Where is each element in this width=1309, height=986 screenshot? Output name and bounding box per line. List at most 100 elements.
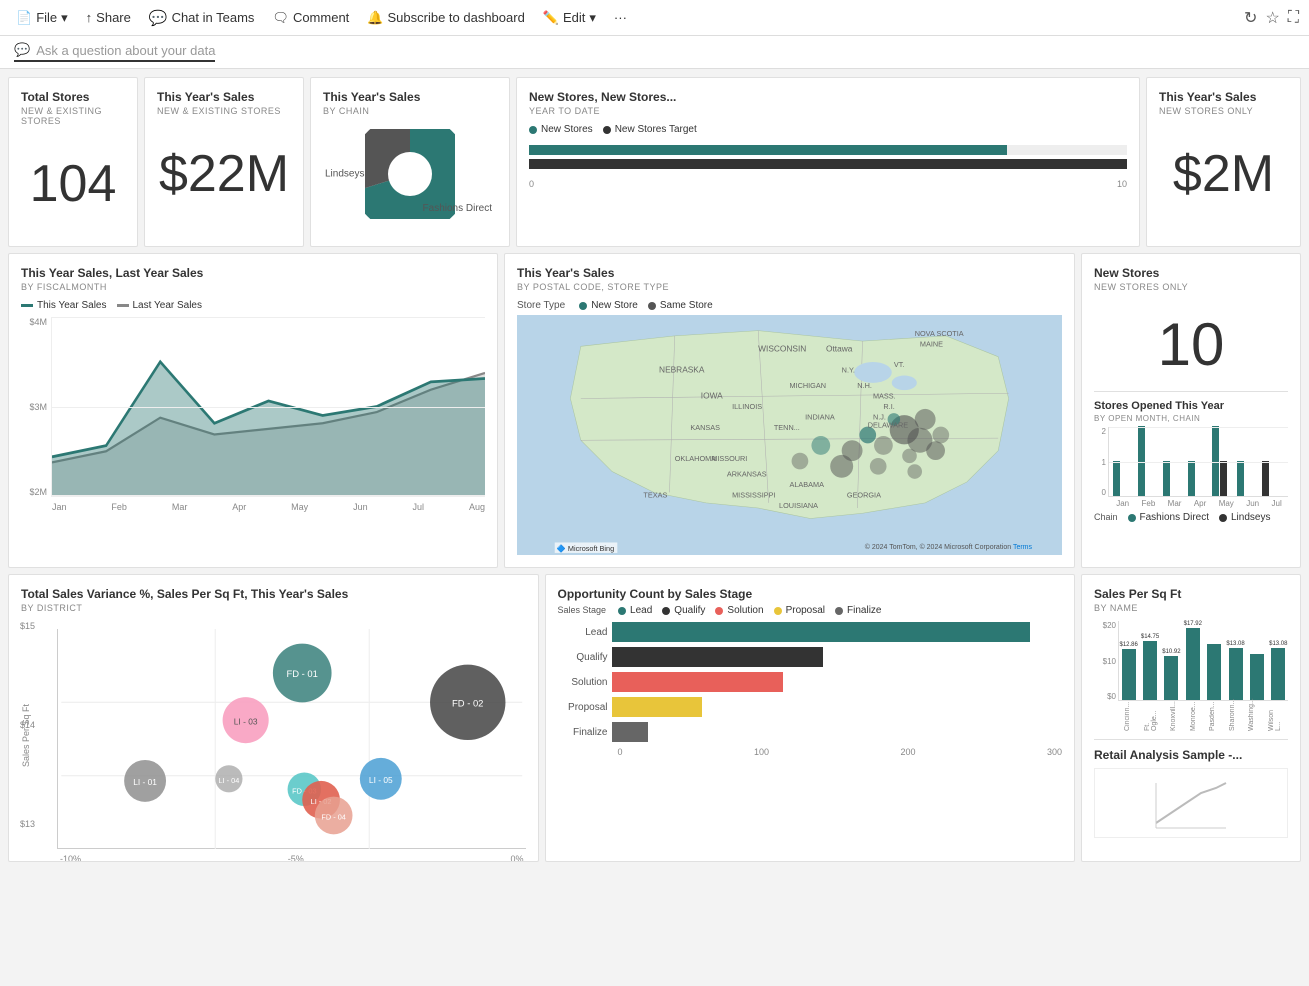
svg-text:Ottawa: Ottawa [826, 344, 853, 354]
fullscreen-icon[interactable]: ⛶ [1288, 9, 1299, 27]
legend-this-year: This Year Sales [21, 300, 107, 311]
svg-text:VT.: VT. [894, 360, 905, 369]
svg-text:FD - 02: FD - 02 [452, 698, 483, 709]
new-stores-count-value: 10 [1094, 300, 1288, 383]
bubble-title: Total Sales Variance %, Sales Per Sq Ft,… [21, 587, 526, 601]
svg-text:N.Y.: N.Y. [842, 365, 855, 374]
card-sales-sqft[interactable]: Sales Per Sq Ft BY NAME $20$10$0 $12.86 … [1081, 574, 1301, 862]
map-subtitle: BY POSTAL CODE, STORE TYPE [517, 282, 1062, 292]
share-button[interactable]: ↑ Share [80, 6, 137, 29]
opportunity-title: Opportunity Count by Sales Stage [558, 587, 1063, 601]
this-year-sales-num-title: This Year's Sales [157, 90, 291, 104]
new-stores-only-value: $2M [1159, 124, 1288, 224]
sales-sqft-divider [1094, 739, 1288, 740]
new-stores-count-subtitle: NEW STORES ONLY [1094, 282, 1288, 292]
comment-button[interactable]: 🗨 Comment [266, 6, 355, 30]
svg-text:DELAWARE: DELAWARE [868, 421, 909, 430]
row-1: Total Stores NEW & EXISTING STORES 104 T… [8, 77, 1301, 247]
share-icon: ↑ [86, 10, 93, 25]
total-stores-subtitle: NEW & EXISTING STORES [21, 106, 125, 126]
ytd-bars [529, 141, 1127, 177]
svg-text:LI - 04: LI - 04 [219, 776, 240, 785]
card-bubble-chart[interactable]: Total Sales Variance %, Sales Per Sq Ft,… [8, 574, 539, 862]
chain-subtitle: BY CHAIN [323, 106, 497, 116]
divider [1094, 391, 1288, 392]
new-stores-only-subtitle: NEW STORES ONLY [1159, 106, 1288, 116]
bookmark-icon[interactable]: ☆ [1265, 8, 1279, 28]
sales-sqft-chart: $20$10$0 $12.86 $14.75 $10.92 [1094, 621, 1288, 701]
map-terms-link[interactable]: Terms [1013, 544, 1032, 551]
refresh-icon[interactable]: ↻ [1244, 8, 1257, 28]
svg-text:IOWA: IOWA [701, 390, 723, 400]
bubble-chart-area: Sales Per Sq Ft $15 $14 $13 [21, 621, 526, 849]
qa-bar: 💬 Ask a question about your data [0, 36, 1309, 69]
edit-chevron-icon: ▾ [589, 10, 596, 26]
new-stores-ytd-legend: New Stores New Stores Target [529, 124, 1127, 135]
line-chart-subtitle: BY FISCALMONTH [21, 282, 485, 292]
file-menu[interactable]: 📄 File ▾ [10, 6, 74, 30]
card-this-year-sales-chain[interactable]: This Year's Sales BY CHAIN Lindseys Fash… [310, 77, 510, 247]
svg-text:FD - 04: FD - 04 [321, 813, 345, 822]
more-menu-button[interactable]: ··· [608, 6, 633, 29]
svg-text:TENN...: TENN... [774, 423, 800, 432]
opened-this-year-title: Stores Opened This Year [1094, 400, 1288, 412]
chain-title: This Year's Sales [323, 90, 497, 104]
subscribe-button[interactable]: 🔔 Subscribe to dashboard [361, 6, 531, 30]
pie-chart-container: Lindseys Fashions Direct [323, 124, 497, 224]
total-stores-value: 104 [21, 134, 125, 234]
retail-analysis-chart [1094, 768, 1288, 838]
this-year-sales-num-value: $22M [157, 124, 291, 224]
svg-text:LI - 01: LI - 01 [133, 777, 157, 787]
svg-text:WISCONSIN: WISCONSIN [758, 344, 806, 354]
card-this-year-sales-num[interactable]: This Year's Sales NEW & EXISTING STORES … [144, 77, 304, 247]
bubble-chart-visual: FD - 01 FD - 02 LI - 01 LI - 04 [57, 629, 526, 849]
svg-text:LI - 03: LI - 03 [234, 716, 258, 726]
file-chevron-icon: ▾ [61, 10, 68, 26]
total-stores-title: Total Stores [21, 90, 125, 104]
svg-text:MISSOURI: MISSOURI [711, 454, 747, 463]
card-new-stores-count[interactable]: New Stores NEW STORES ONLY 10 Stores Ope… [1081, 253, 1301, 568]
comment-icon: 🗨 [272, 10, 289, 26]
svg-text:INDIANA: INDIANA [805, 412, 835, 421]
svg-text:🔷 Microsoft Bing: 🔷 Microsoft Bing [557, 544, 614, 553]
sales-sqft-title: Sales Per Sq Ft [1094, 587, 1288, 601]
card-total-stores[interactable]: Total Stores NEW & EXISTING STORES 104 [8, 77, 138, 247]
card-new-stores-only-num[interactable]: This Year's Sales NEW STORES ONLY $2M [1146, 77, 1301, 247]
svg-text:NEBRASKA: NEBRASKA [659, 364, 705, 374]
svg-text:MASS.: MASS. [873, 391, 896, 400]
svg-text:NOVA SCOTIA: NOVA SCOTIA [915, 329, 964, 338]
subscribe-icon: 🔔 [367, 10, 383, 26]
svg-text:GEORGIA: GEORGIA [847, 491, 881, 500]
svg-text:OKLAHOMA: OKLAHOMA [675, 454, 716, 463]
opportunity-legend: Sales Stage Lead Qualify Solution Propos… [558, 605, 1063, 616]
svg-text:ARKANSAS: ARKANSAS [727, 470, 767, 479]
card-opportunity[interactable]: Opportunity Count by Sales Stage Sales S… [545, 574, 1076, 862]
card-new-stores-ytd[interactable]: New Stores, New Stores... YEAR TO DATE N… [516, 77, 1140, 247]
svg-text:TEXAS: TEXAS [643, 491, 667, 500]
new-stores-count-title: New Stores [1094, 266, 1288, 280]
svg-text:FD - 01: FD - 01 [287, 668, 318, 679]
new-stores-only-title: This Year's Sales [1159, 90, 1288, 104]
svg-text:R.I.: R.I. [883, 402, 894, 411]
svg-text:N.H.: N.H. [857, 381, 872, 390]
card-line-chart[interactable]: This Year Sales, Last Year Sales BY FISC… [8, 253, 498, 568]
card-map[interactable]: This Year's Sales BY POSTAL CODE, STORE … [504, 253, 1075, 568]
sales-sqft-subtitle: BY NAME [1094, 603, 1288, 613]
pie-label-lindseys: Lindseys [325, 169, 364, 180]
svg-text:MAINE: MAINE [920, 339, 943, 348]
edit-icon: ✏️ [543, 10, 559, 26]
svg-text:ILLINOIS: ILLINOIS [732, 402, 762, 411]
svg-text:KANSAS: KANSAS [690, 423, 720, 432]
retail-analysis-title: Retail Analysis Sample -... [1094, 748, 1288, 762]
svg-text:MISSISSIPPI: MISSISSIPPI [732, 491, 775, 500]
legend-last-year: Last Year Sales [117, 300, 203, 311]
svg-text:LOUISIANA: LOUISIANA [779, 501, 818, 510]
teams-icon: 💬 [149, 9, 168, 27]
row-2: This Year Sales, Last Year Sales BY FISC… [8, 253, 1301, 568]
edit-button[interactable]: ✏️ Edit ▾ [537, 6, 602, 30]
top-navigation: 📄 File ▾ ↑ Share 💬 Chat in Teams 🗨 Comme… [0, 0, 1309, 36]
chat-in-teams-button[interactable]: 💬 Chat in Teams [143, 5, 261, 31]
qa-placeholder[interactable]: Ask a question about your data [36, 43, 215, 58]
line-chart-area: $4M $3M $2M [21, 317, 485, 497]
new-stores-ytd-subtitle: YEAR TO DATE [529, 106, 1127, 116]
